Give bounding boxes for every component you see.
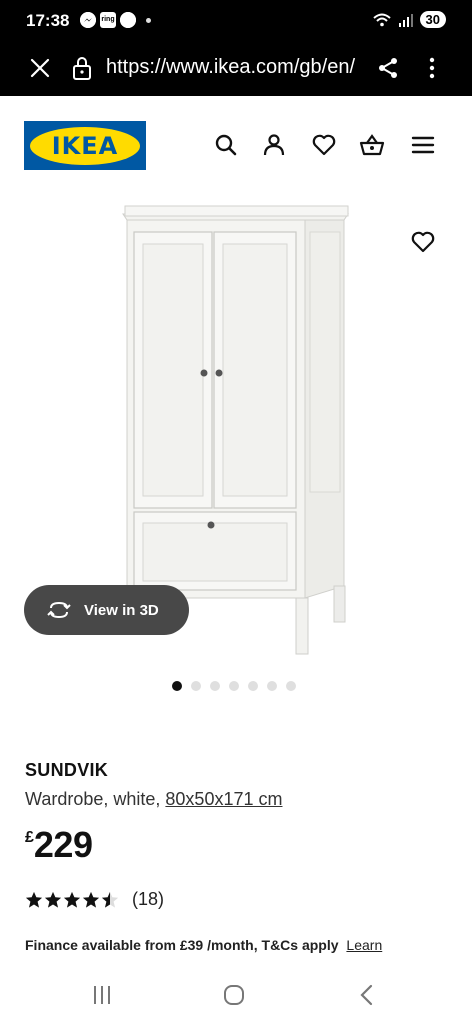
- messenger-icon: [80, 12, 96, 28]
- more-options-icon[interactable]: [420, 54, 444, 82]
- carousel-dot[interactable]: [267, 681, 277, 691]
- status-right: 30: [372, 11, 446, 28]
- ring-app-icon: ring: [100, 12, 116, 28]
- wifi-icon: [372, 13, 391, 26]
- star-full-icon: [82, 891, 100, 908]
- user-icon[interactable]: [261, 132, 287, 158]
- browser-url-bar: https://www.ikea.com/gb/en/: [0, 42, 472, 96]
- close-icon[interactable]: [26, 54, 54, 82]
- star-full-icon: [44, 891, 62, 908]
- image-carousel-dots: [172, 681, 296, 691]
- carousel-dot[interactable]: [248, 681, 258, 691]
- signal-icon: [398, 13, 413, 27]
- add-to-favourites-icon[interactable]: [410, 229, 436, 255]
- more-notifications-dot: [146, 17, 151, 23]
- price-value: 229: [33, 824, 93, 865]
- logo-text: IKEA: [51, 131, 119, 160]
- finance-info: Finance available from £39 /month, T&Cs …: [25, 937, 382, 953]
- carousel-dot[interactable]: [172, 681, 182, 691]
- heart-icon[interactable]: [311, 132, 337, 158]
- status-bar: 17:38 ring 30: [0, 0, 472, 42]
- site-header: IKEA: [0, 96, 472, 192]
- lock-icon[interactable]: [70, 55, 94, 81]
- logo-oval: IKEA: [30, 126, 140, 165]
- view-in-3d-button[interactable]: View in 3D: [24, 585, 189, 635]
- product-type: Wardrobe, white,: [25, 789, 161, 809]
- system-nav-bar: [0, 964, 472, 1024]
- rotate-3d-icon: [47, 601, 71, 619]
- home-icon[interactable]: [221, 982, 247, 1008]
- url-text[interactable]: https://www.ikea.com/gb/en/: [106, 56, 364, 79]
- swirl-app-icon: [120, 12, 136, 28]
- carousel-dot[interactable]: [191, 681, 201, 691]
- finance-learn-link[interactable]: Learn: [346, 937, 382, 953]
- battery-indicator: 30: [419, 11, 446, 28]
- status-time: 17:38: [26, 11, 70, 30]
- search-icon[interactable]: [213, 132, 239, 158]
- back-icon[interactable]: [355, 982, 381, 1008]
- view-in-3d-label: View in 3D: [84, 601, 159, 619]
- product-description: Wardrobe, white, 80x50x171 cm: [25, 789, 282, 810]
- product-name: SUNDVIK: [25, 760, 109, 780]
- carousel-dot[interactable]: [286, 681, 296, 691]
- basket-icon[interactable]: [359, 132, 385, 158]
- ikea-logo[interactable]: IKEA: [24, 121, 146, 170]
- share-icon[interactable]: [374, 54, 402, 82]
- carousel-dot[interactable]: [229, 681, 239, 691]
- star-half-icon: [101, 891, 119, 908]
- product-dimensions-link[interactable]: 80x50x171 cm: [165, 789, 282, 809]
- notification-icons: ring: [80, 12, 151, 28]
- recent-apps-icon[interactable]: [89, 982, 115, 1008]
- review-count[interactable]: (18): [132, 889, 164, 910]
- finance-text: Finance available from £39 /month, T&Cs …: [25, 937, 339, 953]
- menu-icon[interactable]: [410, 132, 436, 158]
- product-price: £ 229: [25, 824, 93, 865]
- star-full-icon: [25, 891, 43, 908]
- product-rating[interactable]: (18): [25, 889, 164, 910]
- carousel-dot[interactable]: [210, 681, 220, 691]
- price-currency: £: [25, 829, 34, 846]
- star-full-icon: [63, 891, 81, 908]
